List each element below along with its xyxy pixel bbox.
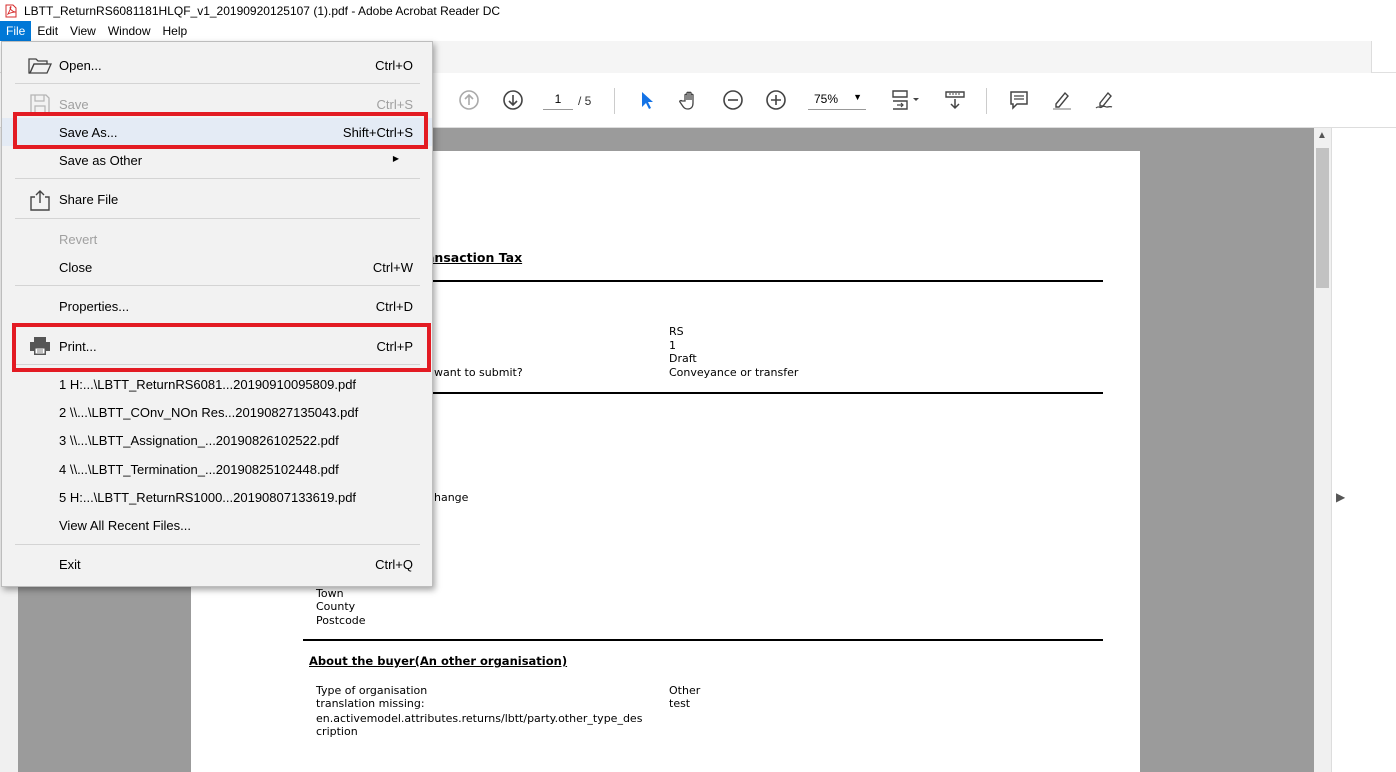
- divider-line: [303, 639, 1103, 641]
- menu-view[interactable]: View: [64, 21, 102, 41]
- save-as-highlight-box: [13, 112, 428, 149]
- toolbar-divider: [614, 88, 615, 114]
- recent-file-item[interactable]: 3 \\...\LBTT_Assignation_...201908261025…: [2, 426, 432, 454]
- buyer-label: Type of organisation: [316, 684, 428, 697]
- menu-window[interactable]: Window: [102, 21, 157, 41]
- menu-help[interactable]: Help: [157, 21, 194, 41]
- recent-file-label: 2 \\...\LBTT_COnv_NOn Res...201908271350…: [59, 405, 359, 420]
- submenu-arrow-icon: ▶: [392, 154, 399, 163]
- menu-item-share-file[interactable]: Share File: [2, 185, 432, 213]
- previous-page-icon[interactable]: [456, 87, 482, 113]
- menu-item-label: Exit: [59, 557, 81, 572]
- menu-item-shortcut: Ctrl+O: [375, 58, 413, 73]
- chevron-down-icon: ▼: [853, 92, 862, 102]
- address-label: County: [316, 600, 356, 613]
- scrollbar-thumb[interactable]: [1316, 148, 1329, 288]
- window-title: LBTT_ReturnRS6081181HLQF_v1_201909201251…: [24, 3, 501, 18]
- menu-item-properties[interactable]: Properties... Ctrl+D: [2, 292, 432, 320]
- share-icon: [28, 189, 52, 211]
- recent-file-label: 1 H:...\LBTT_ReturnRS6081...201909100958…: [59, 377, 357, 392]
- page-number-input[interactable]: 1: [543, 92, 573, 110]
- page-total: / 5: [578, 94, 592, 108]
- menu-item-label: Properties...: [59, 299, 130, 314]
- menu-item-revert[interactable]: Revert: [2, 225, 432, 253]
- select-cursor-icon[interactable]: [633, 87, 659, 113]
- title-bar: LBTT_ReturnRS6081181HLQF_v1_201909201251…: [0, 0, 1396, 21]
- menu-item-save-as-other[interactable]: Save as Other ▶: [2, 146, 432, 174]
- recent-file-item[interactable]: 5 H:...\LBTT_ReturnRS1000...201908071336…: [2, 483, 432, 511]
- next-page-icon[interactable]: [500, 87, 526, 113]
- menu-item-shortcut: Ctrl+W: [372, 260, 413, 275]
- summary-value: 1: [669, 339, 676, 352]
- sign-icon[interactable]: [1092, 87, 1118, 113]
- acrobat-pdf-icon: [4, 4, 18, 18]
- menu-edit[interactable]: Edit: [31, 21, 64, 41]
- menu-item-label: Revert: [59, 232, 98, 247]
- summary-value: Draft: [669, 352, 697, 365]
- menu-item-label: Save as Other: [59, 153, 143, 168]
- menu-separator: [15, 218, 420, 219]
- menu-item-shortcut: Ctrl+Q: [375, 557, 413, 572]
- document-tab[interactable]: [432, 41, 1372, 73]
- folder-open-icon: [28, 55, 53, 75]
- comment-icon[interactable]: [1006, 87, 1032, 113]
- menu-item-view-all-recent[interactable]: View All Recent Files...: [2, 511, 432, 539]
- toolbar-divider: [986, 88, 987, 114]
- zoom-level-value: 75%: [814, 92, 839, 106]
- recent-file-label: 5 H:...\LBTT_ReturnRS1000...201908071336…: [59, 490, 357, 505]
- document-title: ansaction Tax: [426, 250, 523, 265]
- menu-item-close[interactable]: Close Ctrl+W: [2, 253, 432, 281]
- recent-file-label: 4 \\...\LBTT_Termination_...201908251024…: [59, 462, 339, 477]
- zoom-out-icon[interactable]: [720, 87, 746, 113]
- menu-file[interactable]: File: [0, 21, 32, 41]
- menu-separator: [15, 544, 420, 545]
- right-pane: ▶: [1331, 128, 1396, 772]
- buyer-label: translation missing:: [316, 697, 425, 710]
- highlight-pen-icon[interactable]: [1049, 87, 1075, 113]
- menu-item-label: Save: [59, 97, 89, 112]
- menu-item-label: Open...: [59, 58, 102, 73]
- zoom-in-icon[interactable]: [763, 87, 789, 113]
- menu-item-open[interactable]: Open... Ctrl+O: [2, 51, 432, 79]
- page-fit-icon[interactable]: [887, 87, 923, 113]
- buyer-section-title: About the buyer(An other organisation): [309, 654, 568, 668]
- menu-item-shortcut: Ctrl+S: [376, 97, 413, 112]
- menu-item-shortcut: Ctrl+D: [375, 299, 413, 314]
- menu-separator: [15, 83, 420, 84]
- menu-item-label: Share File: [59, 192, 119, 207]
- buyer-value: Other: [669, 684, 701, 697]
- menu-item-exit[interactable]: Exit Ctrl+Q: [2, 550, 432, 578]
- recent-file-label: 3 \\...\LBTT_Assignation_...201908261025…: [59, 433, 339, 448]
- summary-value: RS: [669, 325, 684, 338]
- floppy-disk-icon: [28, 94, 52, 114]
- hand-tool-icon[interactable]: [677, 87, 703, 113]
- address-label: Town: [316, 587, 344, 600]
- menu-item-label: View All Recent Files...: [59, 518, 191, 533]
- document-text: hange: [434, 491, 469, 504]
- zoom-level-select[interactable]: 75% ▼: [808, 92, 866, 110]
- recent-file-item[interactable]: 1 H:...\LBTT_ReturnRS6081...201909100958…: [2, 370, 432, 398]
- menu-separator: [15, 178, 420, 179]
- menu-separator: [15, 285, 420, 286]
- recent-file-item[interactable]: 2 \\...\LBTT_COnv_NOn Res...201908271350…: [2, 398, 432, 426]
- buyer-label: en.activemodel.attributes.returns/lbtt/p…: [316, 712, 643, 725]
- expand-panel-icon[interactable]: ▶: [1336, 490, 1345, 504]
- buyer-label: cription: [316, 725, 358, 738]
- buyer-value: test: [669, 697, 691, 710]
- scroll-mode-icon[interactable]: [942, 87, 968, 113]
- recent-file-item[interactable]: 4 \\...\LBTT_Termination_...201908251024…: [2, 455, 432, 483]
- print-highlight-box: [12, 323, 431, 372]
- menu-item-label: Close: [59, 260, 93, 275]
- address-label: Postcode: [316, 614, 366, 627]
- summary-question: want to submit?: [434, 366, 523, 379]
- menu-bar: File Edit View Window Help: [0, 21, 1396, 41]
- summary-value: Conveyance or transfer: [669, 366, 799, 379]
- vertical-scrollbar[interactable]: ▲: [1314, 128, 1331, 772]
- scroll-up-icon[interactable]: ▲: [1317, 130, 1327, 141]
